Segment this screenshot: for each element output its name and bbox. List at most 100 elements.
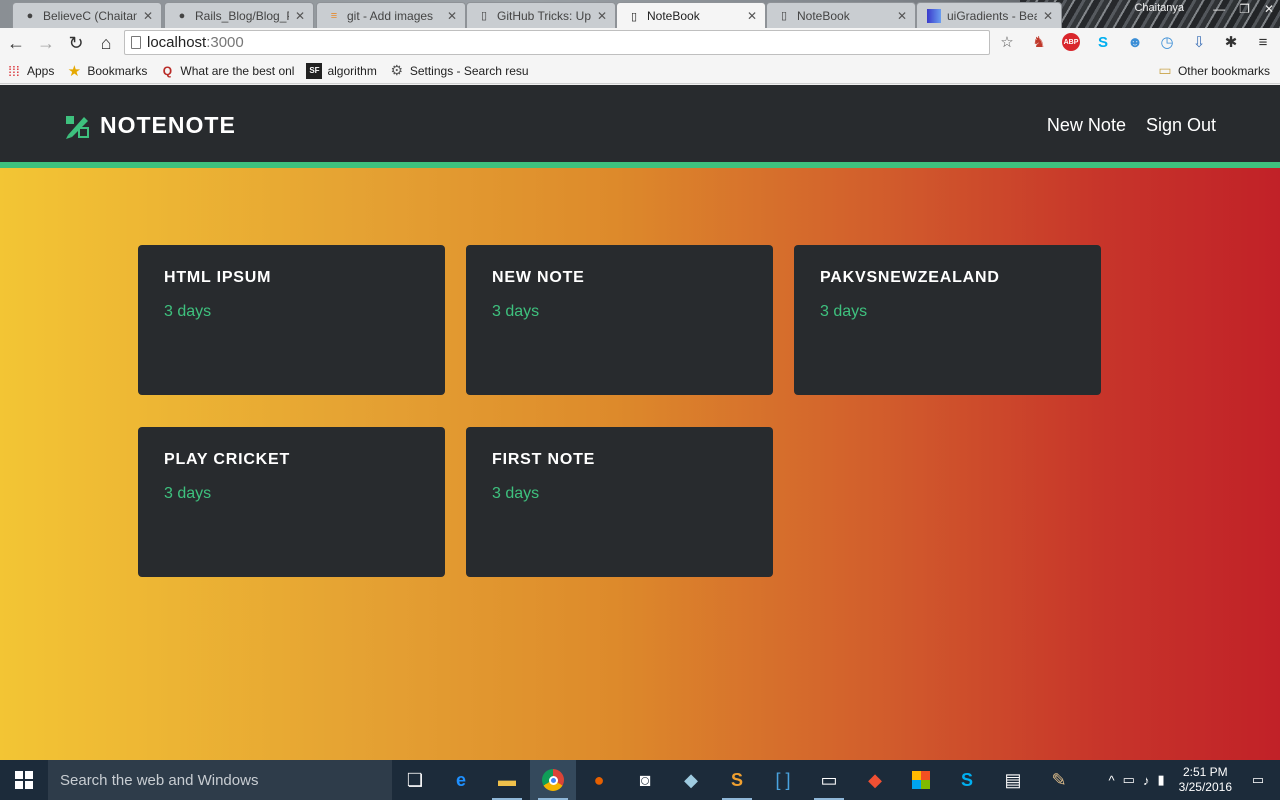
note-time: 3 days bbox=[164, 485, 212, 502]
browser-tab[interactable]: ▯ NoteBook ✕ bbox=[766, 2, 916, 28]
sublime-text-icon[interactable]: S bbox=[714, 760, 760, 800]
address-bar[interactable]: localhost:3000 bbox=[124, 30, 990, 55]
bookmark-star-icon[interactable]: ☆ bbox=[996, 31, 1018, 53]
note-title[interactable]: PLAY CRICKET bbox=[164, 451, 419, 469]
taskbar-search[interactable]: Search the web and Windows bbox=[48, 760, 392, 800]
bookmark-apps[interactable]: ⁞⁞⁞ Apps bbox=[0, 63, 60, 79]
close-tab-icon[interactable]: ✕ bbox=[897, 9, 907, 23]
bookmark-label: What are the best onl bbox=[180, 63, 295, 78]
battery-icon[interactable]: ▮ bbox=[1157, 772, 1164, 788]
browser-tab[interactable]: ● BelieveC (Chaitany ✕ bbox=[12, 2, 162, 28]
note-card[interactable]: FIRST NOTE 3 days bbox=[466, 427, 773, 577]
window-controls: — ❐ ✕ bbox=[1213, 2, 1274, 16]
note-title[interactable]: NEW NOTE bbox=[492, 269, 747, 287]
brand[interactable]: NOTENOTE bbox=[64, 112, 236, 139]
bookmark-label: Apps bbox=[27, 63, 55, 78]
tab-title: Rails_Blog/Blog_P bbox=[195, 8, 289, 23]
file-explorer-icon[interactable]: ▬ bbox=[484, 760, 530, 800]
bookmark-quora[interactable]: Q What are the best onl bbox=[153, 63, 300, 79]
network-icon[interactable]: ▭ bbox=[1123, 772, 1135, 788]
note-title[interactable]: PAKVSNEWZEALAND bbox=[820, 269, 1075, 287]
volume-icon[interactable]: ♪ bbox=[1143, 773, 1150, 788]
other-bookmarks[interactable]: ▭ Other bookmarks bbox=[1151, 62, 1276, 79]
minimize-icon[interactable]: — bbox=[1213, 2, 1225, 16]
clock[interactable]: 2:51 PM 3/25/2016 bbox=[1179, 765, 1232, 795]
tab-title: git - Add images bbox=[347, 8, 434, 23]
tab-title: NoteBook bbox=[647, 9, 700, 23]
firefox-icon[interactable]: ● bbox=[576, 760, 622, 800]
windows-taskbar: Search the web and Windows ❏ e ▬ ● ◙ ◆ S… bbox=[0, 760, 1280, 800]
profile-name[interactable]: Chaitanya bbox=[1134, 2, 1184, 14]
tab-title: BelieveC (Chaitany bbox=[43, 8, 137, 23]
adblock-icon[interactable]: ABP bbox=[1060, 31, 1082, 53]
note-title[interactable]: FIRST NOTE bbox=[492, 451, 747, 469]
rails-icon[interactable]: ♞ bbox=[1028, 31, 1050, 53]
notes-app-icon[interactable]: ◆ bbox=[668, 760, 714, 800]
camera-icon[interactable]: ◙ bbox=[622, 760, 668, 800]
note-card[interactable]: HTML IPSUM 3 days bbox=[138, 245, 445, 395]
menu-icon[interactable]: ≡ bbox=[1252, 31, 1274, 53]
page-viewport: NOTENOTE New Note Sign Out HTML IPSUM 3 … bbox=[0, 85, 1280, 760]
terminal-icon[interactable]: ▭ bbox=[806, 760, 852, 800]
browser-tab[interactable]: uiGradients - Bea ✕ bbox=[916, 2, 1062, 28]
close-tab-icon[interactable]: ✕ bbox=[447, 9, 457, 23]
tab-title: NoteBook bbox=[797, 8, 850, 23]
page-icon: ▯ bbox=[780, 10, 788, 22]
restore-icon[interactable]: ❐ bbox=[1239, 2, 1250, 16]
sign-out-link[interactable]: Sign Out bbox=[1146, 115, 1216, 136]
reload-icon[interactable]: ↻ bbox=[62, 29, 90, 57]
history-icon[interactable]: ◷ bbox=[1156, 31, 1178, 53]
bookmark-label: Settings - Search resu bbox=[409, 63, 529, 78]
new-note-link[interactable]: New Note bbox=[1047, 115, 1126, 136]
paint-icon[interactable]: ✎ bbox=[1036, 760, 1082, 800]
star-icon: ★ bbox=[67, 62, 82, 80]
close-tab-icon[interactable]: ✕ bbox=[295, 9, 305, 23]
note-time: 3 days bbox=[164, 303, 212, 320]
browser-tab[interactable]: ● Rails_Blog/Blog_P ✕ bbox=[164, 2, 314, 28]
close-tab-icon[interactable]: ✕ bbox=[1043, 9, 1053, 23]
tab-title: GitHub Tricks: Up bbox=[497, 8, 591, 23]
page-icon bbox=[131, 36, 141, 49]
close-window-icon[interactable]: ✕ bbox=[1264, 2, 1274, 16]
home-icon[interactable]: ⌂ bbox=[92, 29, 120, 57]
ghostery-icon[interactable]: ☻ bbox=[1124, 31, 1146, 53]
git-icon[interactable]: ◆ bbox=[852, 760, 898, 800]
video-editor-icon[interactable]: ▤ bbox=[990, 760, 1036, 800]
clock-time: 2:51 PM bbox=[1182, 765, 1228, 779]
bookmark-settings[interactable]: ⚙ Settings - Search resu bbox=[383, 62, 535, 79]
note-card[interactable]: PAKVSNEWZEALAND 3 days bbox=[794, 245, 1101, 395]
page-icon: ▯ bbox=[480, 10, 488, 22]
quora-icon: Q bbox=[162, 63, 173, 78]
note-card[interactable]: NEW NOTE 3 days bbox=[466, 245, 773, 395]
back-icon[interactable]: ← bbox=[2, 29, 30, 57]
other-bookmarks-label: Other bookmarks bbox=[1177, 63, 1270, 78]
close-tab-icon[interactable]: ✕ bbox=[143, 9, 153, 23]
windows-logo-icon bbox=[15, 771, 33, 789]
chrome-icon[interactable] bbox=[530, 760, 576, 800]
note-title[interactable]: HTML IPSUM bbox=[164, 269, 419, 287]
browser-tab[interactable]: ≡ git - Add images ✕ bbox=[316, 2, 466, 28]
close-tab-icon[interactable]: ✕ bbox=[597, 9, 607, 23]
bookmark-algorithm[interactable]: SF algorithm bbox=[300, 62, 382, 79]
apps-grid-icon: ⁞⁞⁞ bbox=[8, 62, 20, 79]
stackoverflow-icon: ≡ bbox=[330, 9, 338, 22]
edge-icon[interactable]: e bbox=[438, 760, 484, 800]
browser-tab[interactable]: ▯ GitHub Tricks: Up ✕ bbox=[466, 2, 616, 28]
office-icon[interactable] bbox=[898, 760, 944, 800]
browser-tab-active[interactable]: ▯ NoteBook ✕ bbox=[616, 2, 766, 29]
brackets-icon[interactable]: [ ] bbox=[760, 760, 806, 800]
skype-taskbar-icon[interactable]: S bbox=[944, 760, 990, 800]
action-center-icon[interactable]: ▭ bbox=[1246, 760, 1270, 800]
bookmark-bookmarks[interactable]: ★ Bookmarks bbox=[60, 62, 153, 80]
task-view-icon[interactable]: ❏ bbox=[392, 760, 438, 800]
show-hidden-icons[interactable]: ^ bbox=[1109, 773, 1115, 788]
system-tray: ^ ▭ ♪ ▮ 2:51 PM 3/25/2016 ▭ bbox=[1109, 760, 1280, 800]
close-tab-icon[interactable]: ✕ bbox=[747, 9, 757, 23]
forward-icon[interactable]: → bbox=[32, 29, 60, 57]
start-button[interactable] bbox=[0, 760, 48, 800]
skype-icon[interactable]: S bbox=[1092, 31, 1114, 53]
settings-icon[interactable]: ✱ bbox=[1220, 31, 1242, 53]
note-card[interactable]: PLAY CRICKET 3 days bbox=[138, 427, 445, 577]
save-icon[interactable]: ⇩ bbox=[1188, 31, 1210, 53]
bookmarks-bar: ⁞⁞⁞ Apps ★ Bookmarks Q What are the best… bbox=[0, 58, 1280, 84]
